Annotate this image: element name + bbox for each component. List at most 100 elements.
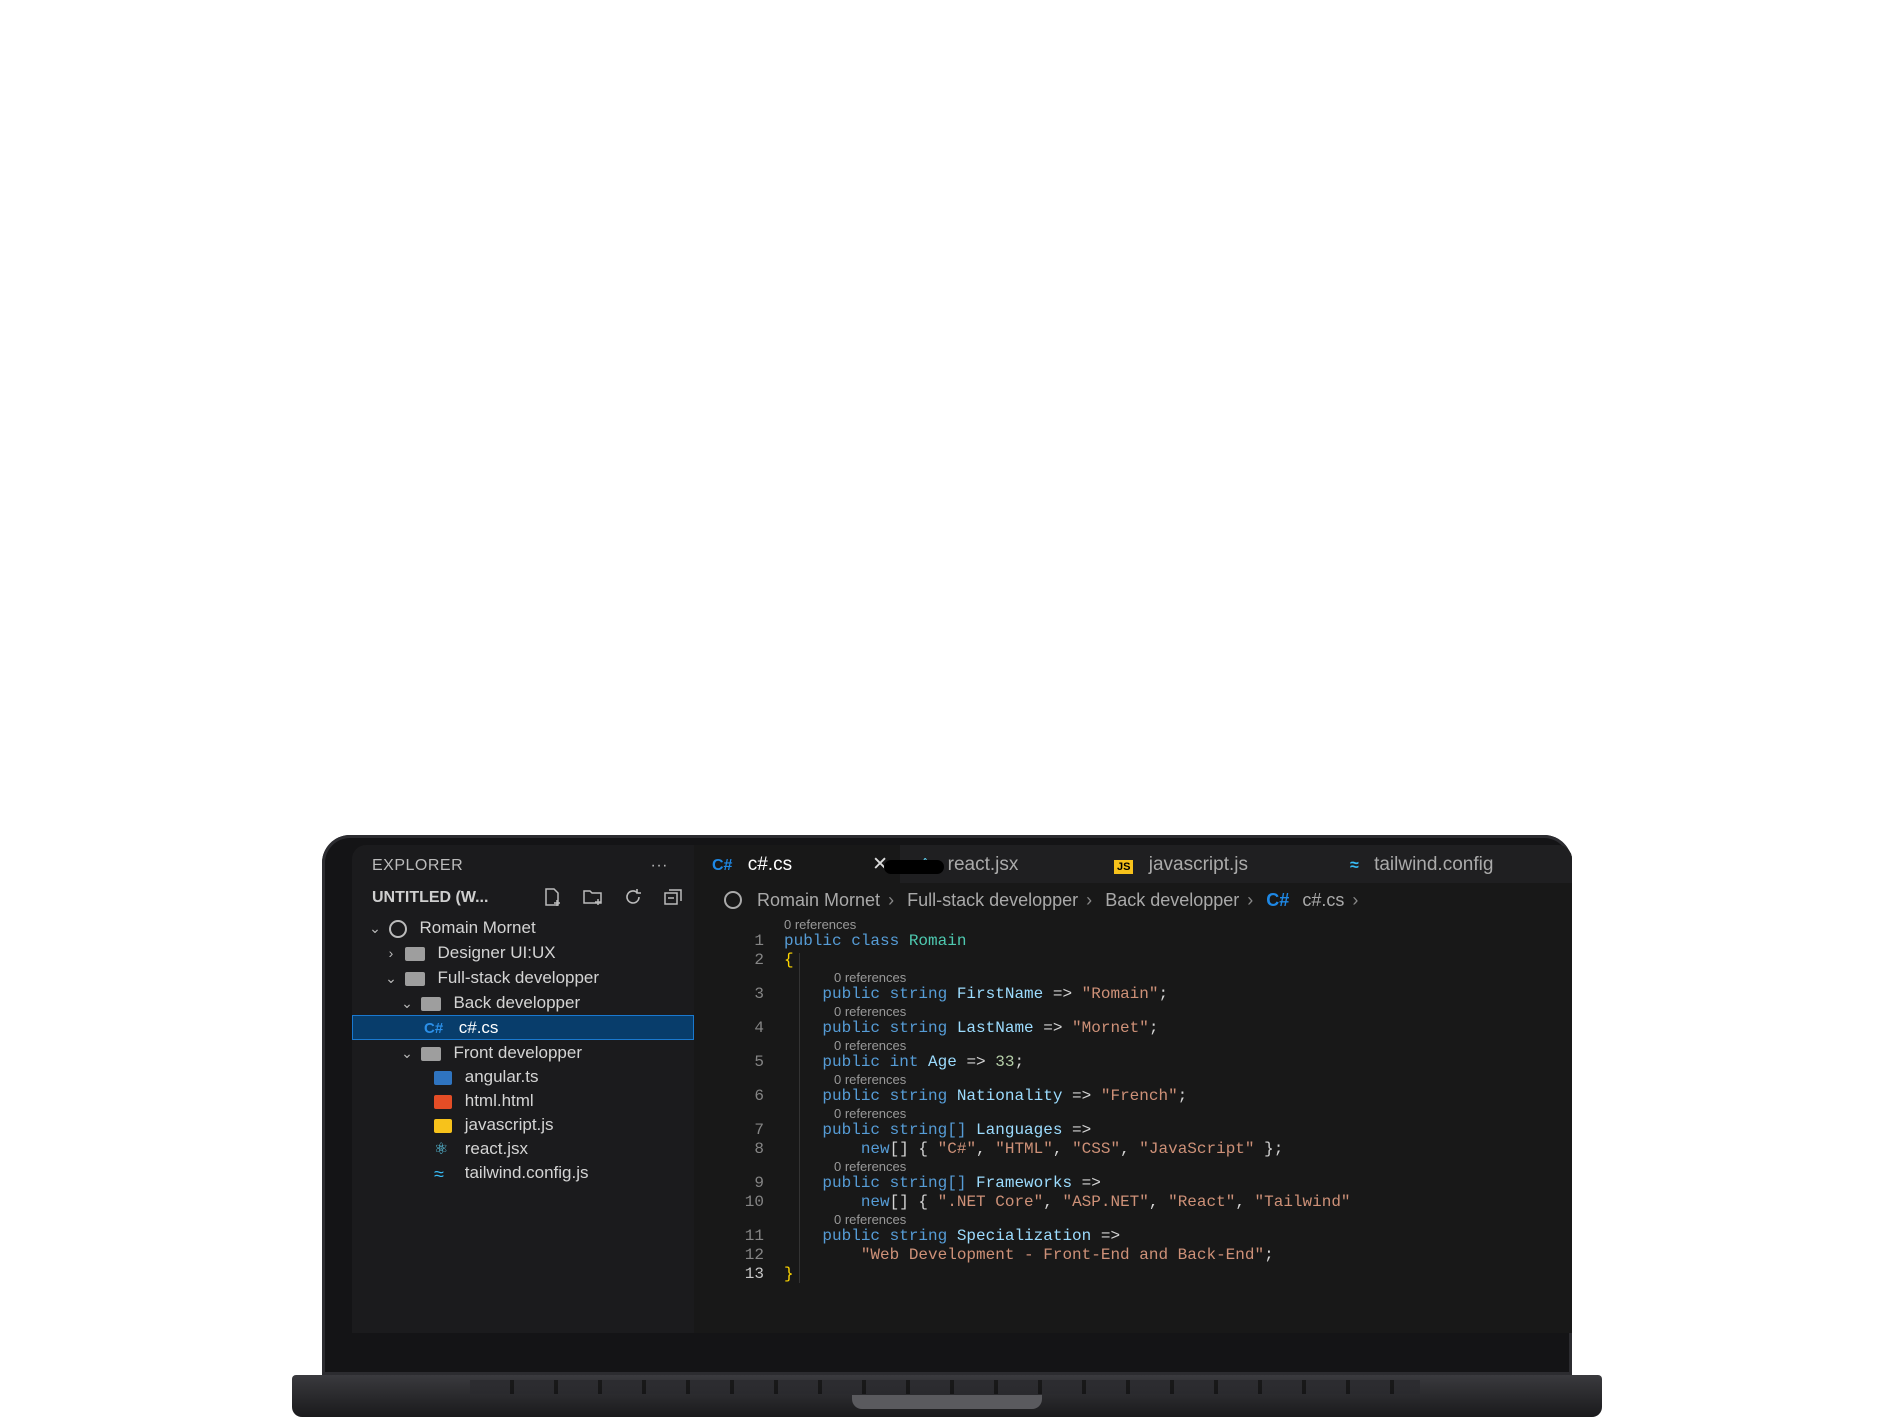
breadcrumb-item[interactable]: c#.cs — [1302, 890, 1344, 910]
code-text: public string[] Languages => — [784, 1121, 1091, 1139]
code-token: "C#" — [937, 1140, 977, 1158]
breadcrumb-item[interactable]: Romain Mornet — [757, 890, 880, 910]
breadcrumb: Romain Mornet › Full-stack developper › Ba… — [694, 885, 1572, 915]
tree-item-romain-mornet[interactable]: ⌄ Romain Mornet — [352, 915, 694, 940]
editor-tabs: C# c#.cs ✕ ⚛ react.jsx JS javascript.js … — [694, 845, 1572, 883]
code-token: Frameworks — [976, 1174, 1073, 1192]
code-token: "CSS" — [1072, 1140, 1121, 1158]
tailwind-icon: ≈ — [1350, 857, 1359, 874]
codelens-references[interactable]: 0 references — [834, 1038, 906, 1053]
typescript-icon — [434, 1070, 452, 1085]
tree-item-label: html.html — [464, 1091, 534, 1110]
code-line: 4 public string LastName => "Mornet"; — [694, 1019, 1572, 1037]
tree-item-front-developper[interactable]: ⌄ Front developper — [352, 1040, 694, 1065]
code-token: FirstName — [956, 985, 1044, 1003]
codelens-references[interactable]: 0 references — [834, 1004, 906, 1019]
code-token: public string[] — [784, 1174, 977, 1192]
chevron-right-icon: › — [1086, 890, 1093, 910]
code-token: => — [1033, 1019, 1073, 1037]
code-token: "ASP.NET" — [1062, 1193, 1149, 1211]
chevron-down-icon: ⌄ — [385, 970, 397, 986]
tree-item-react[interactable]: ⚛ react.jsx — [352, 1137, 694, 1161]
codelens-references[interactable]: 0 references — [784, 917, 856, 932]
code-token: => — [1091, 1227, 1121, 1245]
tree-item-angular[interactable]: angular.ts — [352, 1065, 694, 1089]
tree-item-fullstack[interactable]: ⌄ Full-stack developper — [352, 965, 694, 990]
tree-item-back-developper[interactable]: ⌄ Back developper — [352, 990, 694, 1015]
line-number: 3 — [754, 985, 764, 1003]
codelens-references[interactable]: 0 references — [834, 1072, 906, 1087]
codelens-references[interactable]: 0 references — [834, 970, 906, 985]
code-token: , — [976, 1140, 996, 1158]
tab-tailwind[interactable]: ≈ tailwind.config — [1332, 845, 1511, 883]
chevron-down-icon: ⌄ — [401, 995, 413, 1011]
laptop-keyboard — [470, 1380, 1420, 1394]
code-line: 5 public int Age => 33; — [694, 1053, 1572, 1071]
code-text: public string Nationality => "French"; — [784, 1087, 1187, 1105]
chevron-down-icon: ⌄ — [369, 920, 381, 936]
code-line: 11 public string Specialization => — [694, 1227, 1572, 1245]
circle-icon — [724, 891, 742, 909]
code-text: } — [784, 1265, 794, 1283]
tree-item-tailwind[interactable]: ≈ tailwind.config.js — [352, 1161, 694, 1185]
codelens-references[interactable]: 0 references — [834, 1212, 906, 1227]
code-text: public string FirstName => "Romain"; — [784, 985, 1168, 1003]
tab-csharp[interactable]: C# c#.cs ✕ — [694, 845, 900, 883]
explorer-sidebar: EXPLORER ··· UNTITLED (W... ⌄ Romain Mor… — [352, 845, 694, 1333]
code-editor[interactable]: 0 references 1 public class Romain 2{0 refe… — [694, 917, 1572, 1317]
code-line: 9 public string[] Frameworks => — [694, 1174, 1572, 1192]
breadcrumb-item[interactable]: Full-stack developper — [907, 890, 1078, 910]
tree-item-label: angular.ts — [464, 1067, 539, 1086]
refresh-icon[interactable] — [622, 887, 644, 907]
codelens-references[interactable]: 0 references — [834, 1159, 906, 1174]
code-token: { — [784, 951, 794, 969]
code-token: Languages — [976, 1121, 1063, 1139]
tree-item-javascript[interactable]: javascript.js — [352, 1113, 694, 1137]
code-line: 1 public class Romain — [694, 932, 1572, 950]
code-token: Romain — [908, 932, 967, 950]
collapse-all-icon[interactable] — [662, 887, 684, 907]
new-file-icon[interactable] — [542, 887, 564, 907]
code-token: LastName — [956, 1019, 1034, 1037]
tree-item-label: Full-stack developper — [437, 968, 600, 987]
chevron-right-icon: › — [1352, 890, 1359, 910]
more-actions-button[interactable]: ··· — [651, 857, 668, 875]
tree-item-csharp-file[interactable]: C# c#.cs — [352, 1015, 694, 1040]
code-token: Age — [928, 1053, 957, 1071]
breadcrumb-item[interactable]: Back developper — [1105, 890, 1239, 910]
chevron-right-icon: › — [1247, 890, 1254, 910]
line-number: 11 — [744, 1227, 764, 1245]
code-token: public string — [784, 1227, 957, 1245]
tree-item-html[interactable]: html.html — [352, 1089, 694, 1113]
code-token: "Tailwind" — [1254, 1193, 1351, 1211]
tab-javascript[interactable]: JS javascript.js — [1096, 845, 1332, 883]
new-folder-icon[interactable] — [582, 887, 604, 907]
tree-item-label: Romain Mornet — [419, 918, 536, 937]
workspace-title: UNTITLED (W... — [372, 889, 489, 906]
code-text: { — [784, 951, 794, 969]
code-token: public string — [784, 1019, 957, 1037]
code-token: ; — [1148, 1019, 1159, 1037]
code-token: public class — [784, 932, 909, 950]
folder-open-icon — [420, 1046, 441, 1061]
tree-item-label: c#.cs — [458, 1018, 499, 1037]
code-token: [] { — [889, 1140, 938, 1158]
code-token: , — [1052, 1140, 1073, 1158]
tree-item-designer[interactable]: › Designer UI:UX — [352, 940, 694, 965]
code-text: public string LastName => "Mornet"; — [784, 1019, 1158, 1037]
code-token: "Romain" — [1081, 985, 1159, 1003]
code-token: "JavaScript" — [1139, 1140, 1255, 1158]
code-token: new — [784, 1140, 890, 1158]
line-number: 5 — [754, 1053, 764, 1071]
code-token: ; — [1177, 1087, 1188, 1105]
codelens-references[interactable]: 0 references — [834, 1106, 906, 1121]
line-number: 7 — [754, 1121, 764, 1139]
code-token: , — [1043, 1193, 1063, 1211]
workspace-header[interactable]: UNTITLED (W... — [372, 887, 684, 913]
tree-item-label: Designer UI:UX — [437, 943, 556, 962]
chevron-right-icon: › — [388, 945, 394, 961]
code-token: "Mornet" — [1072, 1019, 1149, 1037]
react-icon: ⚛ — [434, 1140, 449, 1158]
chevron-down-icon: ⌄ — [401, 1045, 413, 1061]
code-token: Nationality — [956, 1087, 1063, 1105]
